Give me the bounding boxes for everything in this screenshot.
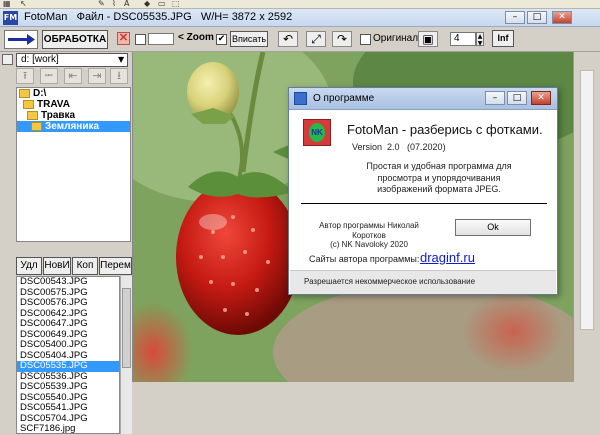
folder-tree: D:\ TRAVA Травка Земляника [16,87,131,242]
ok-button[interactable]: Ok [455,219,531,236]
info-button[interactable]: Inf [492,30,514,47]
tree-item[interactable]: D:\ [17,88,130,99]
tree-item-selected[interactable]: Земляника [17,121,130,132]
fill-icon[interactable]: ◆ [144,0,156,8]
fit-checkbox[interactable]: ✔ [216,34,227,45]
maximize-button[interactable]: □ [527,11,547,24]
nav-up-icon[interactable]: ⭱ [16,68,34,84]
original-label: Оригинал [373,33,419,44]
nk-logo-text: NK [309,123,325,142]
tree-item-label: Травка [41,110,76,121]
minimize-button[interactable]: – [505,11,525,24]
nk-logo: NK [303,119,331,146]
cursor-icon[interactable]: ↖ [20,0,32,8]
left-panel: d: [work] ▼ ⭱ ⭰ ⇤ ⇥ ⭳ D:\ TRAVA Травка З… [0,52,133,434]
file-list: DSC00543.JPG DSC00575.JPG DSC00576.JPG D… [16,276,120,434]
dialog-footer: Разрешается некоммерческое использование [290,270,556,294]
list-item[interactable]: DSC05541.JPG [17,402,119,414]
next-arrow-button[interactable] [4,30,38,49]
count-spinner[interactable]: 4 [450,32,476,46]
nav-back-icon[interactable]: ⭰ [40,68,58,84]
toolbar: ОБРАБОТКА ✕ < Zoom ✔ Вписать ↶ ⤢ ↷ Ориги… [0,27,600,52]
nav-down-icon[interactable]: ⭳ [110,68,128,84]
sites-label: Сайты автора программы: [309,254,420,264]
list-item[interactable]: DSC05704.JPG [17,413,119,425]
fullscreen-icon[interactable]: ⤢ [306,31,326,47]
dialog-title: О программе [313,93,375,104]
right-scrollbar[interactable] [580,70,594,330]
list-item[interactable]: DSC00543.JPG [17,276,119,288]
pencil-icon[interactable]: ✎ [98,0,110,8]
tree-item-label: D:\ [33,88,47,99]
dialog-heading: FotoMan - разберись с фотками. [347,122,543,137]
rotate-left-icon[interactable]: ↶ [278,31,298,47]
process-button[interactable]: ОБРАБОТКА [42,30,108,49]
separator [301,203,547,204]
list-item[interactable]: SCF7186.jpg [17,423,119,435]
file-list-scrollbar[interactable] [120,276,132,434]
right-arrow-icon [8,34,35,45]
dialog-title-bar: О программе – □ ✕ [289,88,557,110]
list-item[interactable]: DSC05400.JPG [17,339,119,351]
delete-icon[interactable]: ✕ [117,32,130,45]
version-text: Version 2.0 (07.2020) [352,142,446,152]
monitors-icon[interactable]: ▣ [418,31,438,47]
original-checkbox[interactable] [360,34,371,45]
drive-icon [2,54,13,65]
chevron-down-icon[interactable]: ▼ [118,55,124,64]
select-icon[interactable]: ⬚ [172,0,184,8]
rotate-right-icon[interactable]: ↷ [332,31,352,47]
zoom-label: < Zoom [178,32,214,43]
text-tool-icon[interactable]: A [124,0,136,8]
tree-item-label: TRAVA [37,99,70,110]
folder-icon [19,88,30,98]
nav-last-icon[interactable]: ⇥ [88,68,106,84]
dialog-close-button[interactable]: ✕ [531,91,551,105]
folder-icon [23,99,34,109]
folder-icon [27,110,38,120]
drive-select[interactable]: d: [work] [16,53,128,67]
background-app-toolbar: ▦ ↖ ✎ ⌇ A ◆ ▭ ⬚ [0,0,600,9]
tree-item-label: Земляника [45,121,100,132]
copyright: (c) NK Navoloky 2020 [330,240,408,249]
new-name-button[interactable]: НовИ [43,257,71,275]
brush-icon[interactable]: ⌇ [112,0,124,8]
zoom-field[interactable] [148,33,174,45]
right-panel [573,52,600,382]
spinner-arrows-icon[interactable]: ▲ ▼ [476,32,484,47]
fit-button[interactable]: Вписать [230,31,268,47]
author-info: Автор программы Николай Коротков (c) NK … [309,221,429,250]
license-text: Разрешается некоммерческое использование [304,277,476,286]
close-button[interactable]: ✕ [552,11,572,24]
list-item-selected[interactable]: DSC05535.JPG [17,360,119,372]
list-item[interactable]: DSC00647.JPG [17,318,119,330]
scroll-thumb[interactable] [122,288,131,368]
window-title: FotoMan Файл - DSC05535.JPG W/H= 3872 x … [24,11,293,23]
zoom-checkbox[interactable] [135,34,146,45]
delete-file-button[interactable]: Удл [16,257,42,275]
folder-icon [31,121,42,131]
dialog-maximize-button[interactable]: □ [507,91,527,105]
dialog-app-icon [294,92,307,105]
site-link[interactable]: draginf.ru [420,250,475,265]
list-item[interactable]: DSC05539.JPG [17,381,119,393]
about-dialog: О программе – □ ✕ NK FotoMan - разберись… [288,87,558,295]
fotoman-app-icon: FM [3,11,18,25]
author-name: Автор программы Николай Коротков [319,221,419,240]
tree-item[interactable]: TRAVA [17,99,130,110]
move-button[interactable]: Перем [99,257,132,275]
list-item[interactable]: DSC05540.JPG [17,392,119,404]
shape-icon[interactable]: ▭ [158,0,170,8]
copy-button[interactable]: Коп [72,257,98,275]
nav-first-icon[interactable]: ⇤ [64,68,82,84]
list-item[interactable]: DSC00576.JPG [17,297,119,309]
dialog-minimize-button[interactable]: – [485,91,505,105]
title-bar: FM FotoMan Файл - DSC05535.JPG W/H= 3872… [0,9,600,27]
tree-item[interactable]: Травка [17,110,130,121]
description-text: Простая и удобная программа для просмотр… [366,161,512,194]
panel-icon: ▦ [3,0,11,8]
